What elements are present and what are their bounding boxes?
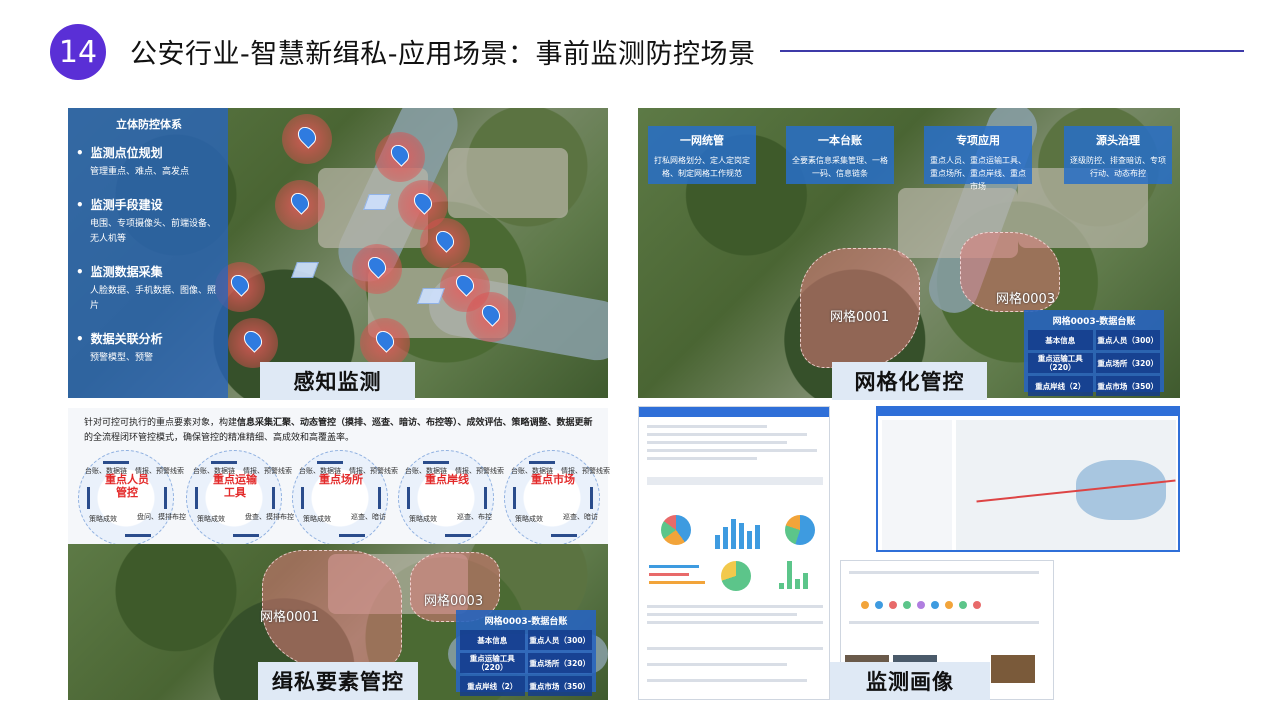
map-pin-icon (227, 271, 253, 297)
defense-system-heading: 立体防控体系 (116, 118, 182, 131)
control-loop[interactable]: 台账、数据链 情报、预警线索 策略成效 巡查、暗访 重点市场 (504, 450, 610, 546)
track-map (956, 420, 1176, 550)
control-loop[interactable]: 台账、数据链 情报、预警线索 策略成效 盘查、摸排布控 重点运输工具 (186, 450, 294, 546)
map-pin-icon (240, 327, 266, 353)
ledger-cell[interactable]: 重点场所（320） (1095, 353, 1160, 373)
map-pin-icon (432, 227, 458, 253)
map-pin-icon (364, 253, 390, 279)
monitor-point[interactable] (282, 114, 332, 164)
grid-zone-label: 网格0001 (830, 310, 890, 325)
monitor-point[interactable] (420, 218, 470, 268)
loop-center: 重点岸线 (425, 473, 469, 486)
defense-item: 数据关联分析 预警模型、预警 (76, 330, 222, 366)
defense-item: 监测数据采集 人脸数据、手机数据、图像、照片 (76, 263, 222, 314)
monitor-point[interactable] (275, 180, 325, 230)
map-pin-icon (410, 189, 436, 215)
label-elements: 缉私要素管控 (258, 662, 418, 700)
ledger-cell[interactable]: 重点岸线（2） (1028, 376, 1093, 396)
grid-card: 专项应用 重点人员、重点运输工具、重点场所、重点岸线、重点市场 (924, 126, 1032, 191)
defense-item: 监测手段建设 电围、专项摄像头、前端设备、无人机等 (76, 196, 222, 247)
ledger-cell[interactable]: 重点运输工具（220） (460, 653, 525, 673)
elements-ledger: 网格0003-数据台账 基本信息 重点人员（300） 重点运输工具（220） 重… (456, 610, 596, 696)
ledger-cell[interactable]: 重点市场（350） (527, 676, 592, 696)
ledger-cell[interactable]: 重点人员（300） (527, 630, 592, 650)
person-list (882, 420, 952, 550)
ledger-cell[interactable]: 基本信息 (1028, 330, 1093, 350)
closed-loop-intro: 针对可控可执行的重点要素对象，构建信息采集汇聚、动态管控（摸排、巡查、暗访、布控… (84, 418, 593, 443)
portrait-dashboard-screen (638, 406, 830, 700)
monitor-point[interactable] (360, 318, 410, 368)
ledger-cell[interactable]: 重点市场（350） (1095, 376, 1160, 396)
control-loop[interactable]: 台账、数据链 情报、预警线索 策略成效 巡查、布控 重点岸线 (398, 450, 504, 546)
defense-system-list: 立体防控体系 监测点位规划 管理重点、难点、高发点 监测手段建设 电围、专项摄像… (68, 108, 228, 398)
label-grid: 网格化管控 (832, 362, 987, 400)
label-portrait: 监测画像 (830, 662, 990, 700)
loop-center: 重点人员管控 (105, 473, 149, 499)
map-pin-icon (294, 123, 320, 149)
monitor-point[interactable] (375, 132, 425, 182)
map-pin-icon (387, 141, 413, 167)
loop-center: 重点场所 (319, 473, 363, 486)
ledger-cell[interactable]: 重点运输工具（220） (1028, 353, 1093, 373)
ledger-cell[interactable]: 重点岸线（2） (460, 676, 525, 696)
grid-card: 一本台账 全要素信息采集管理、一格一码、信息链条 (786, 126, 894, 184)
grid-zone-label: 网格0003 (996, 292, 1056, 307)
map-pin-icon (478, 301, 504, 327)
grid-ledger: 网格0003-数据台账 基本信息 重点人员（300） 重点运输工具（220） 重… (1024, 310, 1164, 396)
title-rule (780, 50, 1244, 52)
page-title: 公安行业-智慧新缉私-应用场景：事前监测防控场景 (130, 39, 756, 70)
slide: 14 公安行业-智慧新缉私-应用场景：事前监测防控场景 立体防控体系 监测点位规… (0, 0, 1280, 720)
monitor-point[interactable] (466, 292, 516, 342)
portrait-track-screen (876, 406, 1180, 552)
map-pin-icon (287, 189, 313, 215)
grid-zone-label: 网格0003 (424, 594, 484, 609)
defense-item: 监测点位规划 管理重点、难点、高发点 (76, 144, 222, 180)
label-perception: 感知监测 (260, 362, 415, 400)
monitor-point[interactable] (228, 318, 278, 368)
control-loop[interactable]: 台账、数据链 情报、预警线索 策略成效 盘问、摸排布控 重点人员管控 (78, 450, 186, 546)
ledger-cell[interactable]: 重点场所（320） (527, 653, 592, 673)
map-pin-icon (372, 327, 398, 353)
slide-number-badge: 14 (50, 24, 106, 80)
loop-center: 重点市场 (531, 473, 575, 486)
grid-card: 一网统管 打私网格划分、定人定岗定格、制定网格工作规范 (648, 126, 756, 184)
loop-center: 重点运输工具 (213, 473, 257, 499)
monitor-point[interactable] (352, 244, 402, 294)
ledger-cell[interactable]: 重点人员（300） (1095, 330, 1160, 350)
grid-zone-label: 网格0001 (260, 610, 320, 625)
grid-card: 源头治理 逐级防控、排查暗访、专项行动、动态布控 (1064, 126, 1172, 184)
control-loop[interactable]: 台账、数据链 情报、预警线索 策略成效 巡查、暗访 重点场所 (292, 450, 398, 546)
ledger-cell[interactable]: 基本信息 (460, 630, 525, 650)
map-pin-icon (452, 271, 478, 297)
